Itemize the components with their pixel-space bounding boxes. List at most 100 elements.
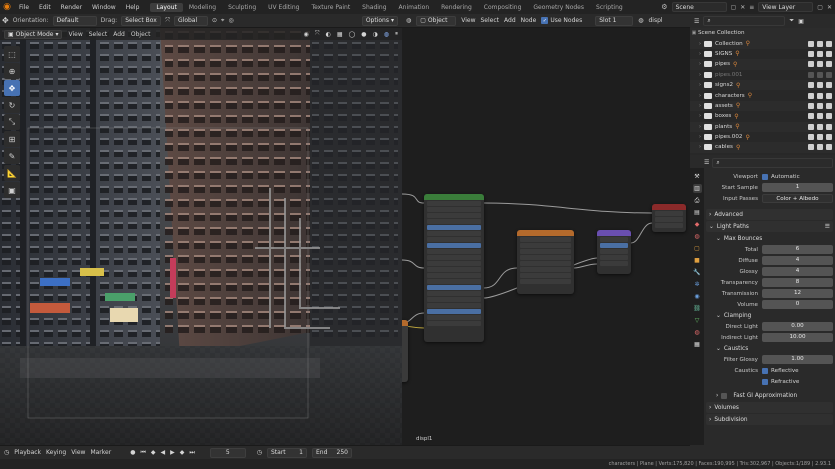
scale-tool-icon[interactable]: ⤡ xyxy=(4,114,20,130)
drag-dropdown[interactable]: Select Box xyxy=(121,15,162,26)
visibility-eye-icon[interactable] xyxy=(817,113,823,120)
render-camera-icon[interactable] xyxy=(826,102,832,109)
workspace-tab-sculpting[interactable]: Sculpting xyxy=(222,3,262,12)
use-nodes-checkbox[interactable]: ✓ Use Nodes xyxy=(541,17,582,24)
viewport-visibility-icon[interactable]: ◉ xyxy=(304,31,309,38)
cursor-tool-icon[interactable]: ⊕ xyxy=(4,63,20,79)
outliner-item[interactable]: › pipes.002 ⚲ xyxy=(690,132,835,142)
menu-edit[interactable]: Edit xyxy=(34,4,56,11)
object-tab-icon[interactable]: ■ xyxy=(693,256,702,265)
view-layer-tab-icon[interactable]: ▤ xyxy=(693,208,702,217)
offscreen-node[interactable] xyxy=(402,320,408,382)
scene-add-icon[interactable]: ▢ xyxy=(731,4,737,11)
expand-arrow-icon[interactable]: › xyxy=(696,113,704,119)
snap-icon[interactable]: ⌖ xyxy=(221,17,224,25)
bounce-field[interactable]: 4 xyxy=(762,267,833,276)
measure-tool-icon[interactable]: 📐 xyxy=(4,165,20,181)
expand-arrow-icon[interactable]: › xyxy=(696,61,704,67)
volumes-panel-header[interactable]: › Volumes xyxy=(706,402,833,413)
workspace-tab-compositing[interactable]: Compositing xyxy=(478,3,528,12)
shader-type-dropdown[interactable]: ▢ Object xyxy=(416,15,457,26)
blender-logo-icon[interactable]: ◉ xyxy=(0,0,14,14)
outliner-item[interactable]: › SIGNS ⚲ xyxy=(690,49,835,59)
modifier-tab-icon[interactable]: 🔧 xyxy=(693,268,702,277)
node-field[interactable] xyxy=(520,261,571,266)
scene-selector[interactable]: Scene xyxy=(671,2,727,12)
bounce-field[interactable]: 8 xyxy=(762,278,833,287)
expand-arrow-icon[interactable]: › xyxy=(696,103,704,109)
visibility-eye-icon[interactable] xyxy=(817,61,823,68)
jump-start-icon[interactable]: ⏮ xyxy=(140,449,145,457)
shading-solid-icon[interactable]: ● xyxy=(361,31,366,38)
node-field[interactable] xyxy=(427,201,481,206)
indirect-light-field[interactable]: 10.00 xyxy=(762,333,833,342)
node-editor[interactable]: displ1 xyxy=(402,28,690,445)
current-frame-field[interactable]: 5 xyxy=(209,447,246,458)
viewport-denoiser-value[interactable]: Automatic xyxy=(771,174,800,180)
exclude-checkbox[interactable] xyxy=(808,134,814,141)
input-passes-dropdown[interactable]: Color + Albedo xyxy=(762,194,833,203)
scene-tab-icon[interactable]: ◆ xyxy=(693,220,702,229)
node-field[interactable] xyxy=(655,211,683,216)
node-field[interactable] xyxy=(427,249,481,254)
node-menu-node[interactable]: Node xyxy=(521,17,537,24)
expand-arrow-icon[interactable]: › xyxy=(696,41,704,47)
node-field[interactable] xyxy=(427,303,481,308)
exclude-checkbox[interactable] xyxy=(808,144,814,151)
node-field[interactable] xyxy=(600,249,628,254)
subdivision-panel-header[interactable]: › Subdivision xyxy=(706,414,833,425)
select-box-tool-icon[interactable]: ⬚ xyxy=(4,46,20,62)
expand-arrow-icon[interactable]: › xyxy=(696,72,704,78)
timeline-menu-view[interactable]: View xyxy=(71,449,85,456)
bounce-field[interactable]: 12 xyxy=(762,289,833,298)
visibility-eye-icon[interactable] xyxy=(817,71,823,78)
play-icon[interactable]: ▶ xyxy=(170,449,175,456)
render-tab-icon[interactable]: ▥ xyxy=(692,184,702,193)
node-field[interactable] xyxy=(600,261,628,266)
node-field[interactable] xyxy=(427,261,481,266)
outliner-item[interactable]: › signs2 ⚲ xyxy=(690,79,835,91)
exclude-checkbox[interactable] xyxy=(808,61,814,68)
color-node[interactable] xyxy=(517,230,574,294)
gizmo-icon[interactable]: ⤧ xyxy=(315,30,320,38)
node-field[interactable] xyxy=(427,315,481,320)
direct-light-field[interactable]: 0.00 xyxy=(762,322,833,331)
caustics-subpanel-header[interactable]: ⌄ Caustics xyxy=(706,343,833,354)
outliner-root[interactable]: ▣ Scene Collection xyxy=(690,28,835,39)
visibility-eye-icon[interactable] xyxy=(817,92,823,99)
render-camera-icon[interactable] xyxy=(826,82,832,89)
outliner-editor-icon[interactable]: ☰ xyxy=(694,18,699,25)
outliner-item[interactable]: › Collection ⚲ xyxy=(690,38,835,49)
timeline-menu-marker[interactable]: Marker xyxy=(90,449,111,456)
node-field[interactable] xyxy=(600,243,628,248)
exclude-checkbox[interactable] xyxy=(808,71,814,78)
visibility-eye-icon[interactable] xyxy=(817,40,823,47)
shading-material-icon[interactable]: ◑ xyxy=(372,31,377,38)
node-field[interactable] xyxy=(427,279,481,284)
outliner-item[interactable]: › boxes ⚲ xyxy=(690,111,835,121)
node-field[interactable] xyxy=(427,309,481,314)
visibility-eye-icon[interactable] xyxy=(817,134,823,141)
constraints-tab-icon[interactable]: ⛓ xyxy=(693,304,702,313)
filter-icon[interactable]: ⏷ xyxy=(789,17,794,25)
node-menu-view[interactable]: View xyxy=(461,17,475,24)
node-field[interactable] xyxy=(427,291,481,296)
expand-arrow-icon[interactable]: › xyxy=(696,82,704,88)
output-tab-icon[interactable]: ⎙ xyxy=(693,196,702,205)
presets-icon[interactable]: ☰ xyxy=(825,224,830,230)
outliner-item[interactable]: › pipes.001 xyxy=(690,70,835,80)
collection-tab-icon[interactable]: ▢ xyxy=(693,244,702,253)
bounce-field[interactable]: 4 xyxy=(762,256,833,265)
tool-icon[interactable]: ✥ xyxy=(2,16,9,25)
viewport-menu-add[interactable]: Add xyxy=(113,31,125,38)
node-field[interactable] xyxy=(427,213,481,218)
node-field[interactable] xyxy=(427,297,481,302)
node-menu-select[interactable]: Select xyxy=(481,17,500,24)
workspace-tab-modeling[interactable]: Modeling xyxy=(183,3,222,12)
menu-help[interactable]: Help xyxy=(121,4,145,11)
add-cube-tool-icon[interactable]: ▣ xyxy=(4,182,20,198)
shading-rendered-icon[interactable]: ◍ xyxy=(384,31,389,38)
workspace-tab-geometry-nodes[interactable]: Geometry Nodes xyxy=(527,3,590,12)
node-field[interactable] xyxy=(520,243,571,248)
tool-tab-icon[interactable]: ⚒ xyxy=(693,172,702,181)
